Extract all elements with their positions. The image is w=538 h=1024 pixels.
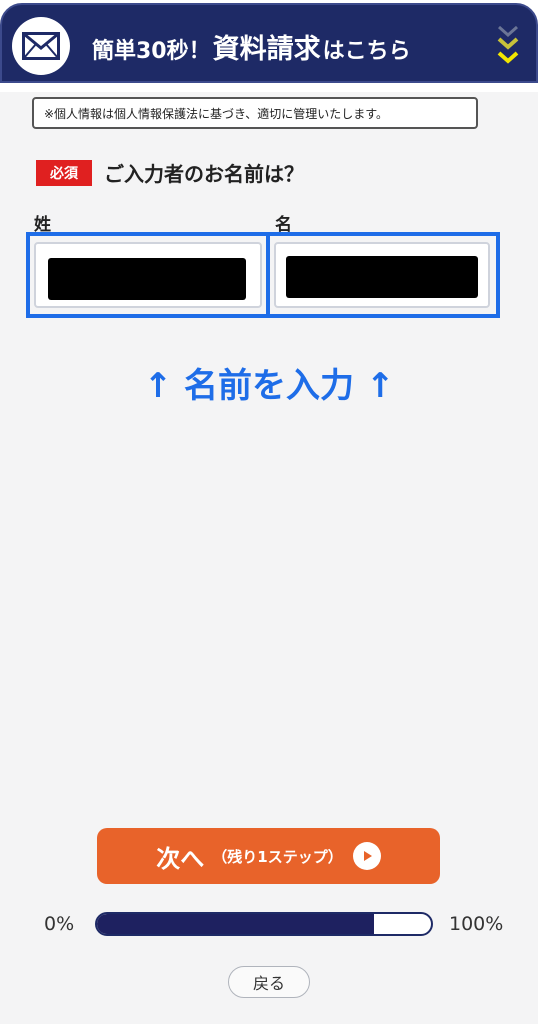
progress-fill — [97, 914, 375, 934]
banner-title-suffix: はこちら — [322, 39, 411, 64]
banner-title-main: 資料請求 — [212, 34, 321, 65]
name-question: 必須 ご入力者のお名前は？ — [36, 158, 304, 187]
header: 簡単30秒！ 資料請求 はこちら — [0, 0, 538, 92]
privacy-notice: ※個人情報は個人情報保護法に基づき、適切に管理いたします。 — [32, 97, 478, 129]
next-button-sub-label: （残り1ステップ） — [212, 847, 343, 866]
mail-icon — [12, 17, 70, 75]
redaction-block — [286, 256, 478, 298]
back-button[interactable]: 戻る — [228, 966, 310, 998]
play-circle-icon — [352, 842, 381, 870]
double-chevron-down-icon[interactable] — [494, 23, 522, 75]
progress-end-label: 100% — [449, 913, 504, 935]
next-button[interactable]: 次へ （残り1ステップ） — [97, 828, 440, 884]
required-badge: 必須 — [36, 159, 92, 186]
question-text: ご入力者のお名前は？ — [104, 162, 304, 186]
name-highlight-divider — [266, 232, 270, 318]
input-hint: ↑ 名前を入力 ↑ — [143, 366, 395, 406]
request-banner[interactable]: 簡単30秒！ 資料請求 はこちら — [0, 3, 538, 83]
progress-start-label: 0% — [44, 913, 75, 935]
redaction-block — [48, 258, 246, 300]
banner-title-prefix: 簡単30秒！ — [92, 39, 211, 64]
banner-title: 簡単30秒！ 資料請求 はこちら — [92, 27, 411, 67]
next-button-label: 次へ — [156, 844, 205, 873]
progress-bar — [95, 912, 433, 936]
